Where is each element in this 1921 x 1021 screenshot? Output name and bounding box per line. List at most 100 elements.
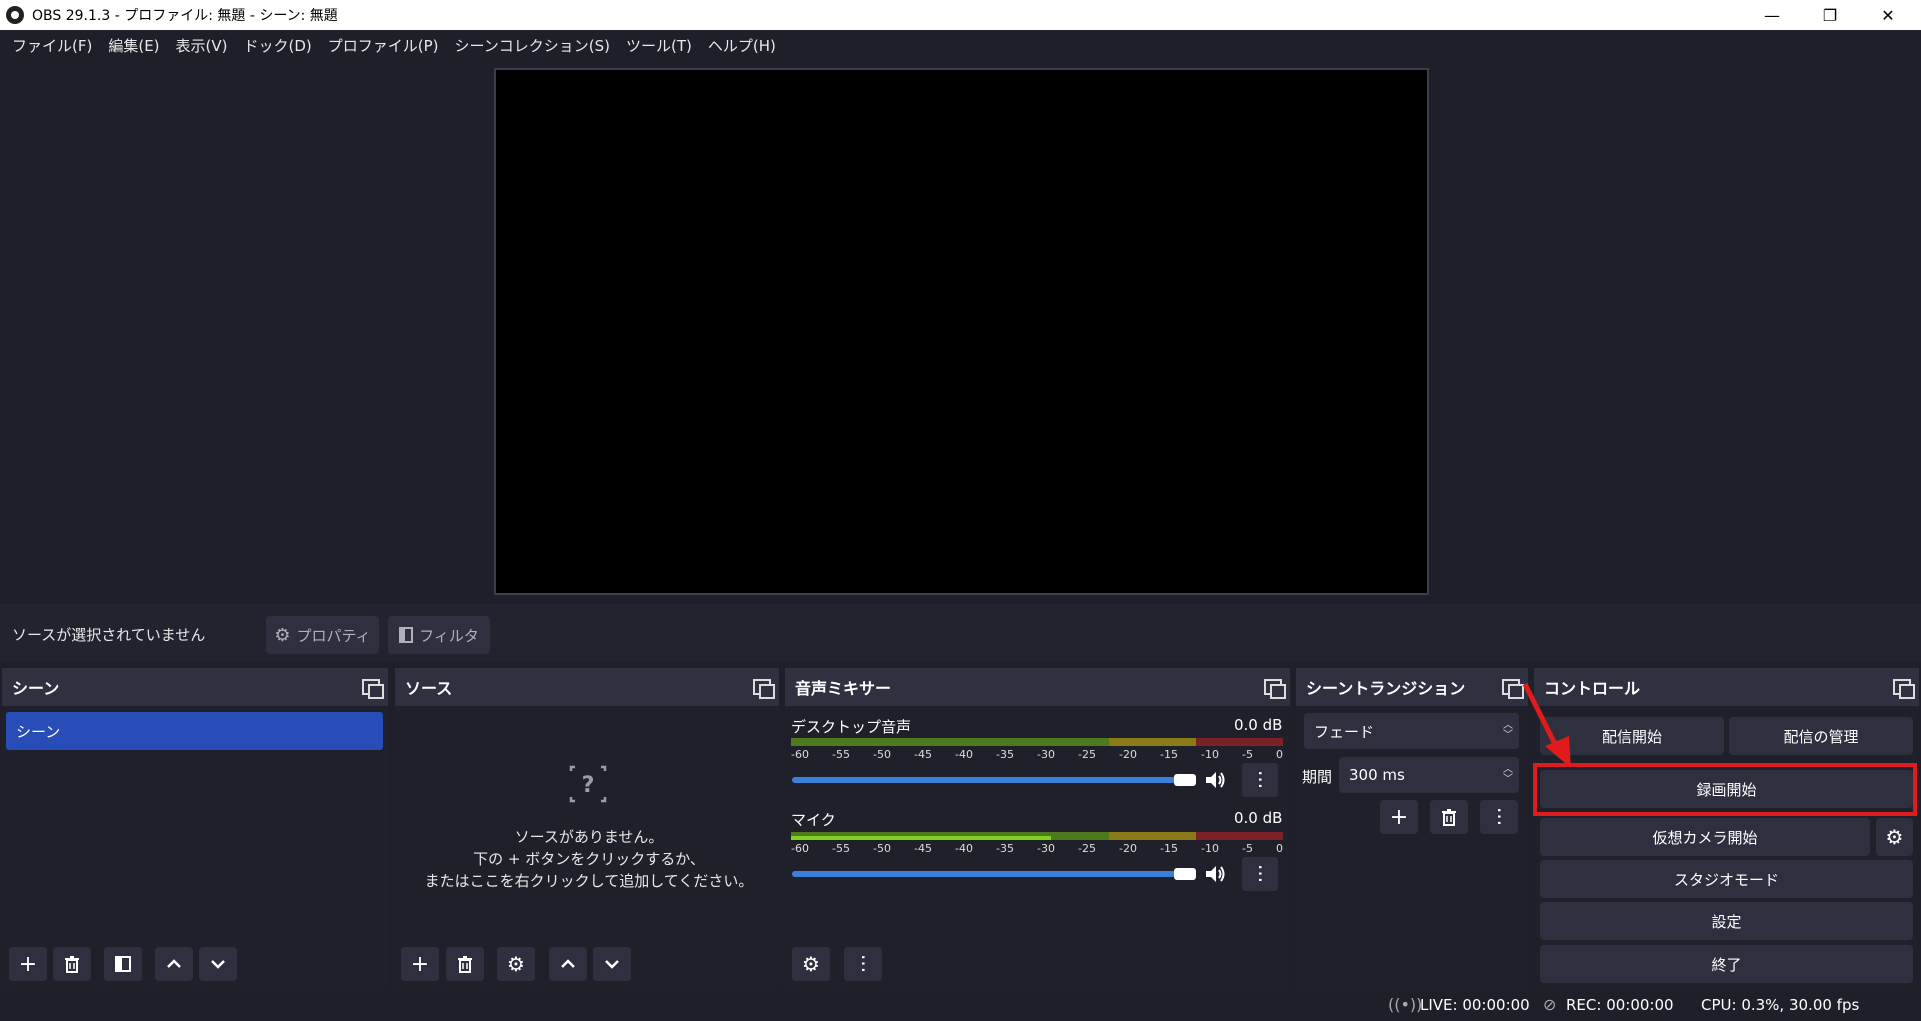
cpu-fps-status: CPU: 0.3%, 30.00 fps <box>1701 996 1860 1014</box>
advanced-audio-button[interactable]: ⚙ <box>792 947 830 981</box>
trash-icon <box>1442 809 1456 826</box>
scene-transitions-dock-header: シーントランジション <box>1296 668 1528 706</box>
menu-edit[interactable]: 編集(E) <box>100 35 167 56</box>
move-scene-up-button[interactable] <box>155 947 193 981</box>
transition-properties-button[interactable]: ··· <box>1480 800 1518 834</box>
scene-list-item[interactable]: シーン <box>6 712 383 750</box>
channel-menu-button[interactable]: ··· <box>1242 763 1278 797</box>
menu-scene-collection[interactable]: シーンコレクション(S) <box>447 35 618 56</box>
obs-logo-icon <box>6 6 24 24</box>
mixer-channel-db: 0.0 dB <box>1234 716 1283 734</box>
start-virtual-camera-button[interactable]: 仮想カメラ開始 <box>1540 818 1870 856</box>
scenes-title: シーン <box>12 679 60 698</box>
volume-slider[interactable] <box>792 871 1176 877</box>
volume-meter <box>791 738 1284 746</box>
gear-icon: ⚙ <box>274 624 291 646</box>
highlight-box <box>1533 763 1917 816</box>
scene-transitions-title: シーントランジション <box>1306 679 1466 698</box>
exit-button[interactable]: 終了 <box>1540 945 1913 983</box>
record-icon: ⊘ <box>1543 995 1557 1014</box>
sources-empty-message: ソースがありません。 下の + ボタンをクリックするか、 またはここを右クリック… <box>424 828 754 890</box>
volume-slider-handle[interactable] <box>1174 774 1196 786</box>
filters-button[interactable]: フィルタ <box>388 616 490 654</box>
float-dock-icon[interactable] <box>753 679 775 699</box>
remove-transition-button[interactable] <box>1430 800 1468 834</box>
chevron-down-icon <box>605 960 619 969</box>
properties-label: プロパティ <box>296 626 371 645</box>
speaker-icon[interactable] <box>1203 862 1227 886</box>
scenes-dock-header: シーン <box>2 668 388 706</box>
sources-title: ソース <box>405 679 453 698</box>
menu-profile[interactable]: プロファイル(P) <box>320 35 447 56</box>
controls-dock-header: コントロール <box>1534 668 1919 706</box>
menu-dock[interactable]: ドック(D) <box>236 35 320 56</box>
plus-icon: + <box>1389 804 1409 830</box>
close-button[interactable]: ✕ <box>1859 0 1917 30</box>
filters-label: フィルタ <box>419 626 479 645</box>
add-source-button[interactable]: + <box>401 947 439 981</box>
source-properties-button[interactable]: ⚙ <box>497 947 535 981</box>
chevron-up-icon <box>561 959 575 968</box>
remove-scene-button[interactable] <box>53 947 91 981</box>
trash-icon <box>65 956 79 973</box>
kebab-icon: ··· <box>851 954 875 974</box>
network-icon: ((•)) <box>1388 995 1423 1014</box>
menu-tools[interactable]: ツール(T) <box>618 35 700 56</box>
preview-canvas[interactable] <box>494 68 1429 595</box>
trash-icon <box>458 956 472 973</box>
live-timer: LIVE: 00:00:00 <box>1420 996 1530 1014</box>
properties-button[interactable]: ⚙ プロパティ <box>266 616 379 654</box>
meter-scale: -60 -55 -50 -45 -40 -35 -30 -25 -20 -15 -10 -5 0 <box>791 748 1283 761</box>
mixer-channel-name: デスクトップ音声 <box>791 718 912 736</box>
minimize-button[interactable]: — <box>1743 0 1801 30</box>
restore-button[interactable]: ❐ <box>1801 0 1859 30</box>
menu-view[interactable]: 表示(V) <box>168 35 236 56</box>
kebab-icon: ··· <box>1487 807 1511 827</box>
menu-bar: ファイル(F) 編集(E) 表示(V) ドック(D) プロファイル(P) シーン… <box>0 30 1921 60</box>
no-source-selected-label: ソースが選択されていません <box>12 626 206 644</box>
plus-icon: + <box>410 951 430 977</box>
gear-icon: ⚙ <box>1885 825 1904 849</box>
gears-icon: ⚙ <box>802 952 820 976</box>
volume-meter-level <box>791 836 1051 840</box>
filter-icon <box>399 627 414 643</box>
volume-slider-handle[interactable] <box>1174 868 1196 880</box>
menu-help[interactable]: ヘルプ(H) <box>700 35 784 56</box>
move-scene-down-button[interactable] <box>199 947 237 981</box>
volume-slider[interactable] <box>792 777 1176 783</box>
question-icon: ? <box>569 765 607 803</box>
float-dock-icon[interactable] <box>1264 679 1286 699</box>
float-dock-icon[interactable] <box>1893 679 1915 699</box>
meter-scale: -60 -55 -50 -45 -40 -35 -30 -25 -20 -15 -10 -5 0 <box>791 842 1283 855</box>
duration-spinbox[interactable]: 300 ms ︿ ﹀ <box>1339 757 1519 793</box>
float-dock-icon[interactable] <box>362 679 384 699</box>
updown-icon: ︿ ﹀ <box>1503 720 1513 741</box>
add-transition-button[interactable]: + <box>1380 800 1418 834</box>
duration-label: 期間 <box>1302 768 1333 786</box>
remove-source-button[interactable] <box>446 947 484 981</box>
mixer-menu-button[interactable]: ··· <box>844 947 882 981</box>
sources-dock-header: ソース <box>395 668 779 706</box>
scene-filters-button[interactable] <box>104 947 142 981</box>
transition-type-select[interactable]: フェード ︿ ﹀ <box>1304 713 1519 749</box>
chevron-down-icon <box>211 960 225 969</box>
kebab-icon: ··· <box>1248 770 1272 790</box>
manage-broadcast-button[interactable]: 配信の管理 <box>1729 717 1913 755</box>
channel-menu-button[interactable]: ··· <box>1242 857 1278 891</box>
mixer-channel-db: 0.0 dB <box>1234 809 1283 827</box>
move-source-down-button[interactable] <box>593 947 631 981</box>
kebab-icon: ··· <box>1248 864 1272 884</box>
rec-timer: REC: 00:00:00 <box>1566 996 1674 1014</box>
move-source-up-button[interactable] <box>549 947 587 981</box>
window-title: OBS 29.1.3 - プロファイル: 無題 - シーン: 無題 <box>32 8 338 24</box>
speaker-icon[interactable] <box>1203 768 1227 792</box>
virtual-camera-settings-button[interactable]: ⚙ <box>1876 818 1913 856</box>
gear-icon: ⚙ <box>507 952 525 976</box>
studio-mode-button[interactable]: スタジオモード <box>1540 860 1913 898</box>
title-bar: OBS 29.1.3 - プロファイル: 無題 - シーン: 無題 — ❐ ✕ <box>0 0 1921 30</box>
add-scene-button[interactable]: + <box>9 947 47 981</box>
plus-icon: + <box>18 951 38 977</box>
chevron-up-icon <box>167 959 181 968</box>
settings-button[interactable]: 設定 <box>1540 902 1913 940</box>
menu-file[interactable]: ファイル(F) <box>4 35 100 56</box>
